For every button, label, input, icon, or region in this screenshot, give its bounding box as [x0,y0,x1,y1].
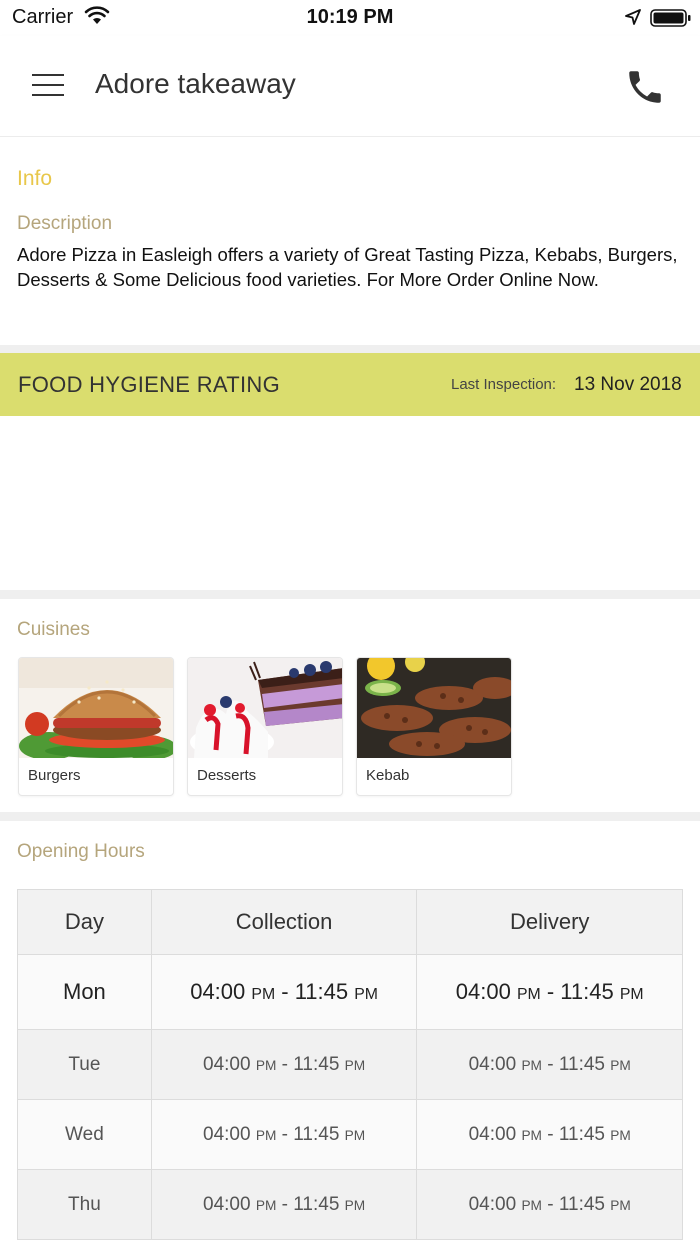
cuisine-label: Burgers [28,767,81,784]
last-inspection-date: 13 Nov 2018 [574,374,682,395]
column-header-day: Day [17,889,152,955]
day-cell: Thu [17,1169,152,1240]
delivery-hours-cell: 04:00 PM - 11:45 PM [416,1029,683,1100]
kebab-image [357,658,511,758]
description-label: Description [17,213,113,234]
column-header-delivery: Delivery [416,889,683,955]
hygiene-rating-bar: FOOD HYGIENE RATING Last Inspection: 13 … [0,353,700,416]
phone-icon[interactable] [624,66,666,108]
burger-image [19,658,173,758]
table-row: Wed 04:00 PM - 11:45 PM 04:00 PM - 11:45… [17,1099,683,1170]
last-inspection-label: Last Inspection: [451,376,557,393]
description-text: Adore Pizza in Easleigh offers a variety… [17,244,678,290]
hygiene-rating-panel [0,416,700,590]
page-title: Adore takeaway [95,68,296,99]
delivery-hours-cell: 04:00 PM - 11:45 PM [416,954,683,1030]
cuisine-card-burgers[interactable]: Burgers [18,657,174,796]
cuisine-label: Kebab [366,767,410,784]
hamburger-menu-icon[interactable] [24,64,70,106]
app-bar: Adore takeaway [0,36,700,137]
table-row: Tue 04:00 PM - 11:45 PM 04:00 PM - 11:45… [17,1029,683,1100]
status-bar: Carrier 10:19 PM [0,0,700,36]
opening-hours-section: Opening Hours Day Collection Delivery Mo… [0,821,700,1244]
day-cell: Tue [17,1029,152,1100]
day-cell: Mon [17,954,152,1030]
opening-hours-table: Day Collection Delivery Mon 04:00 PM - 1… [17,889,683,1240]
section-divider [0,345,700,353]
day-cell: Wed [17,1099,152,1170]
collection-hours-cell: 04:00 PM - 11:45 PM [150,954,418,1030]
location-arrow-icon [624,8,642,31]
section-divider [0,812,700,821]
cuisine-card-desserts[interactable]: Desserts [187,657,343,796]
clock-label: 10:19 PM [306,6,394,28]
table-row: Thu 04:00 PM - 11:45 PM 04:00 PM - 11:45… [17,1169,683,1240]
cuisine-label: Desserts [197,767,257,784]
cuisines-label: Cuisines [17,619,90,640]
info-section: Info Description Adore Pizza in Easleigh… [0,137,700,345]
column-header-collection: Collection [150,889,418,955]
delivery-hours-cell: 04:00 PM - 11:45 PM [416,1169,683,1240]
collection-hours-cell: 04:00 PM - 11:45 PM [150,1099,418,1170]
collection-hours-cell: 04:00 PM - 11:45 PM [150,1029,418,1100]
battery-icon [650,8,692,33]
collection-hours-cell: 04:00 PM - 11:45 PM [150,1169,418,1240]
table-row: Mon 04:00 PM - 11:45 PM 04:00 PM - 11:45… [17,954,683,1030]
opening-hours-label: Opening Hours [17,841,145,862]
hygiene-title: FOOD HYGIENE RATING [18,372,280,397]
section-divider [0,590,700,599]
table-header-row: Day Collection Delivery [17,889,683,955]
cuisines-section: Cuisines Burgers Desserts Kebab [0,599,700,812]
cuisine-card-kebab[interactable]: Kebab [356,657,512,796]
delivery-hours-cell: 04:00 PM - 11:45 PM [416,1099,683,1170]
info-heading: Info [17,167,53,190]
dessert-image [188,658,342,758]
